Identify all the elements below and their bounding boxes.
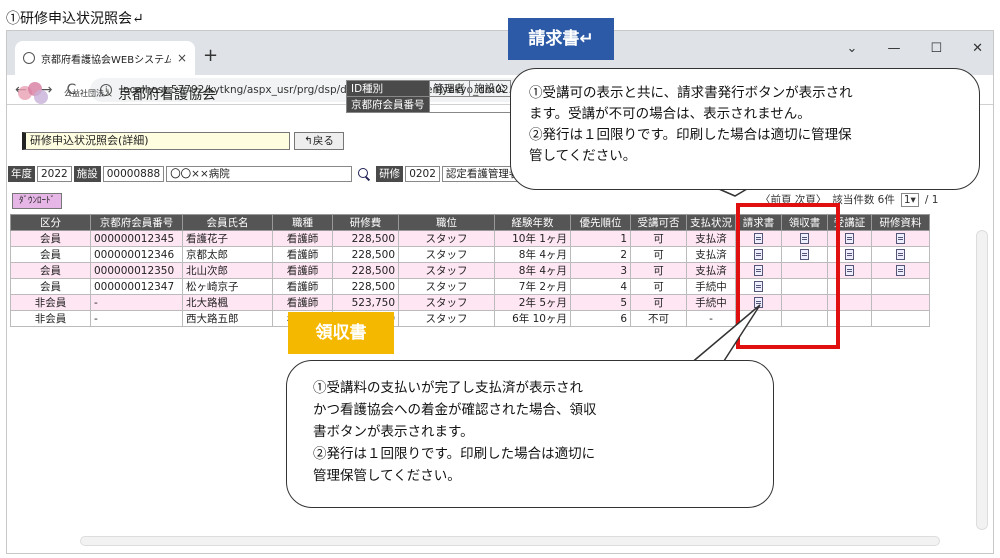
invoice-callout: ①受講可の表示と共に、請求書発行ボタンが表示され ます。受講が不可の場合は、表示…: [510, 68, 980, 190]
receipt-note-line: 管理保管してください。: [313, 468, 461, 484]
receipt-note-line: かつ看護協会への着金が確認された場合、領収: [313, 402, 597, 418]
invoice-note-line: ①受講可の表示と共に、請求書発行ボタンが表示され: [529, 85, 853, 101]
invoice-note-line: ます。受講が不可の場合は、表示されません。: [529, 106, 811, 122]
receipt-note-line: ①受講料の支払いが完了し支払済が表示され: [313, 380, 583, 396]
invoice-note-line: ②発行は１回限りです。印刷した場合は適切に管理保: [529, 127, 852, 143]
invoice-note-line: 管してください。: [529, 148, 637, 164]
invoice-tag: 請求書↵: [508, 18, 614, 60]
receipt-callout-tail: [689, 304, 761, 365]
receipt-tag: 領収書: [288, 312, 394, 354]
receipt-note-line: 書ボタンが表示されます。: [313, 424, 474, 440]
receipt-callout: ①受講料の支払いが完了し支払済が表示され かつ看護協会への着金が確認された場合、…: [286, 360, 774, 508]
receipt-note-line: ②発行は１回限りです。印刷した場合は適切に: [313, 446, 596, 462]
